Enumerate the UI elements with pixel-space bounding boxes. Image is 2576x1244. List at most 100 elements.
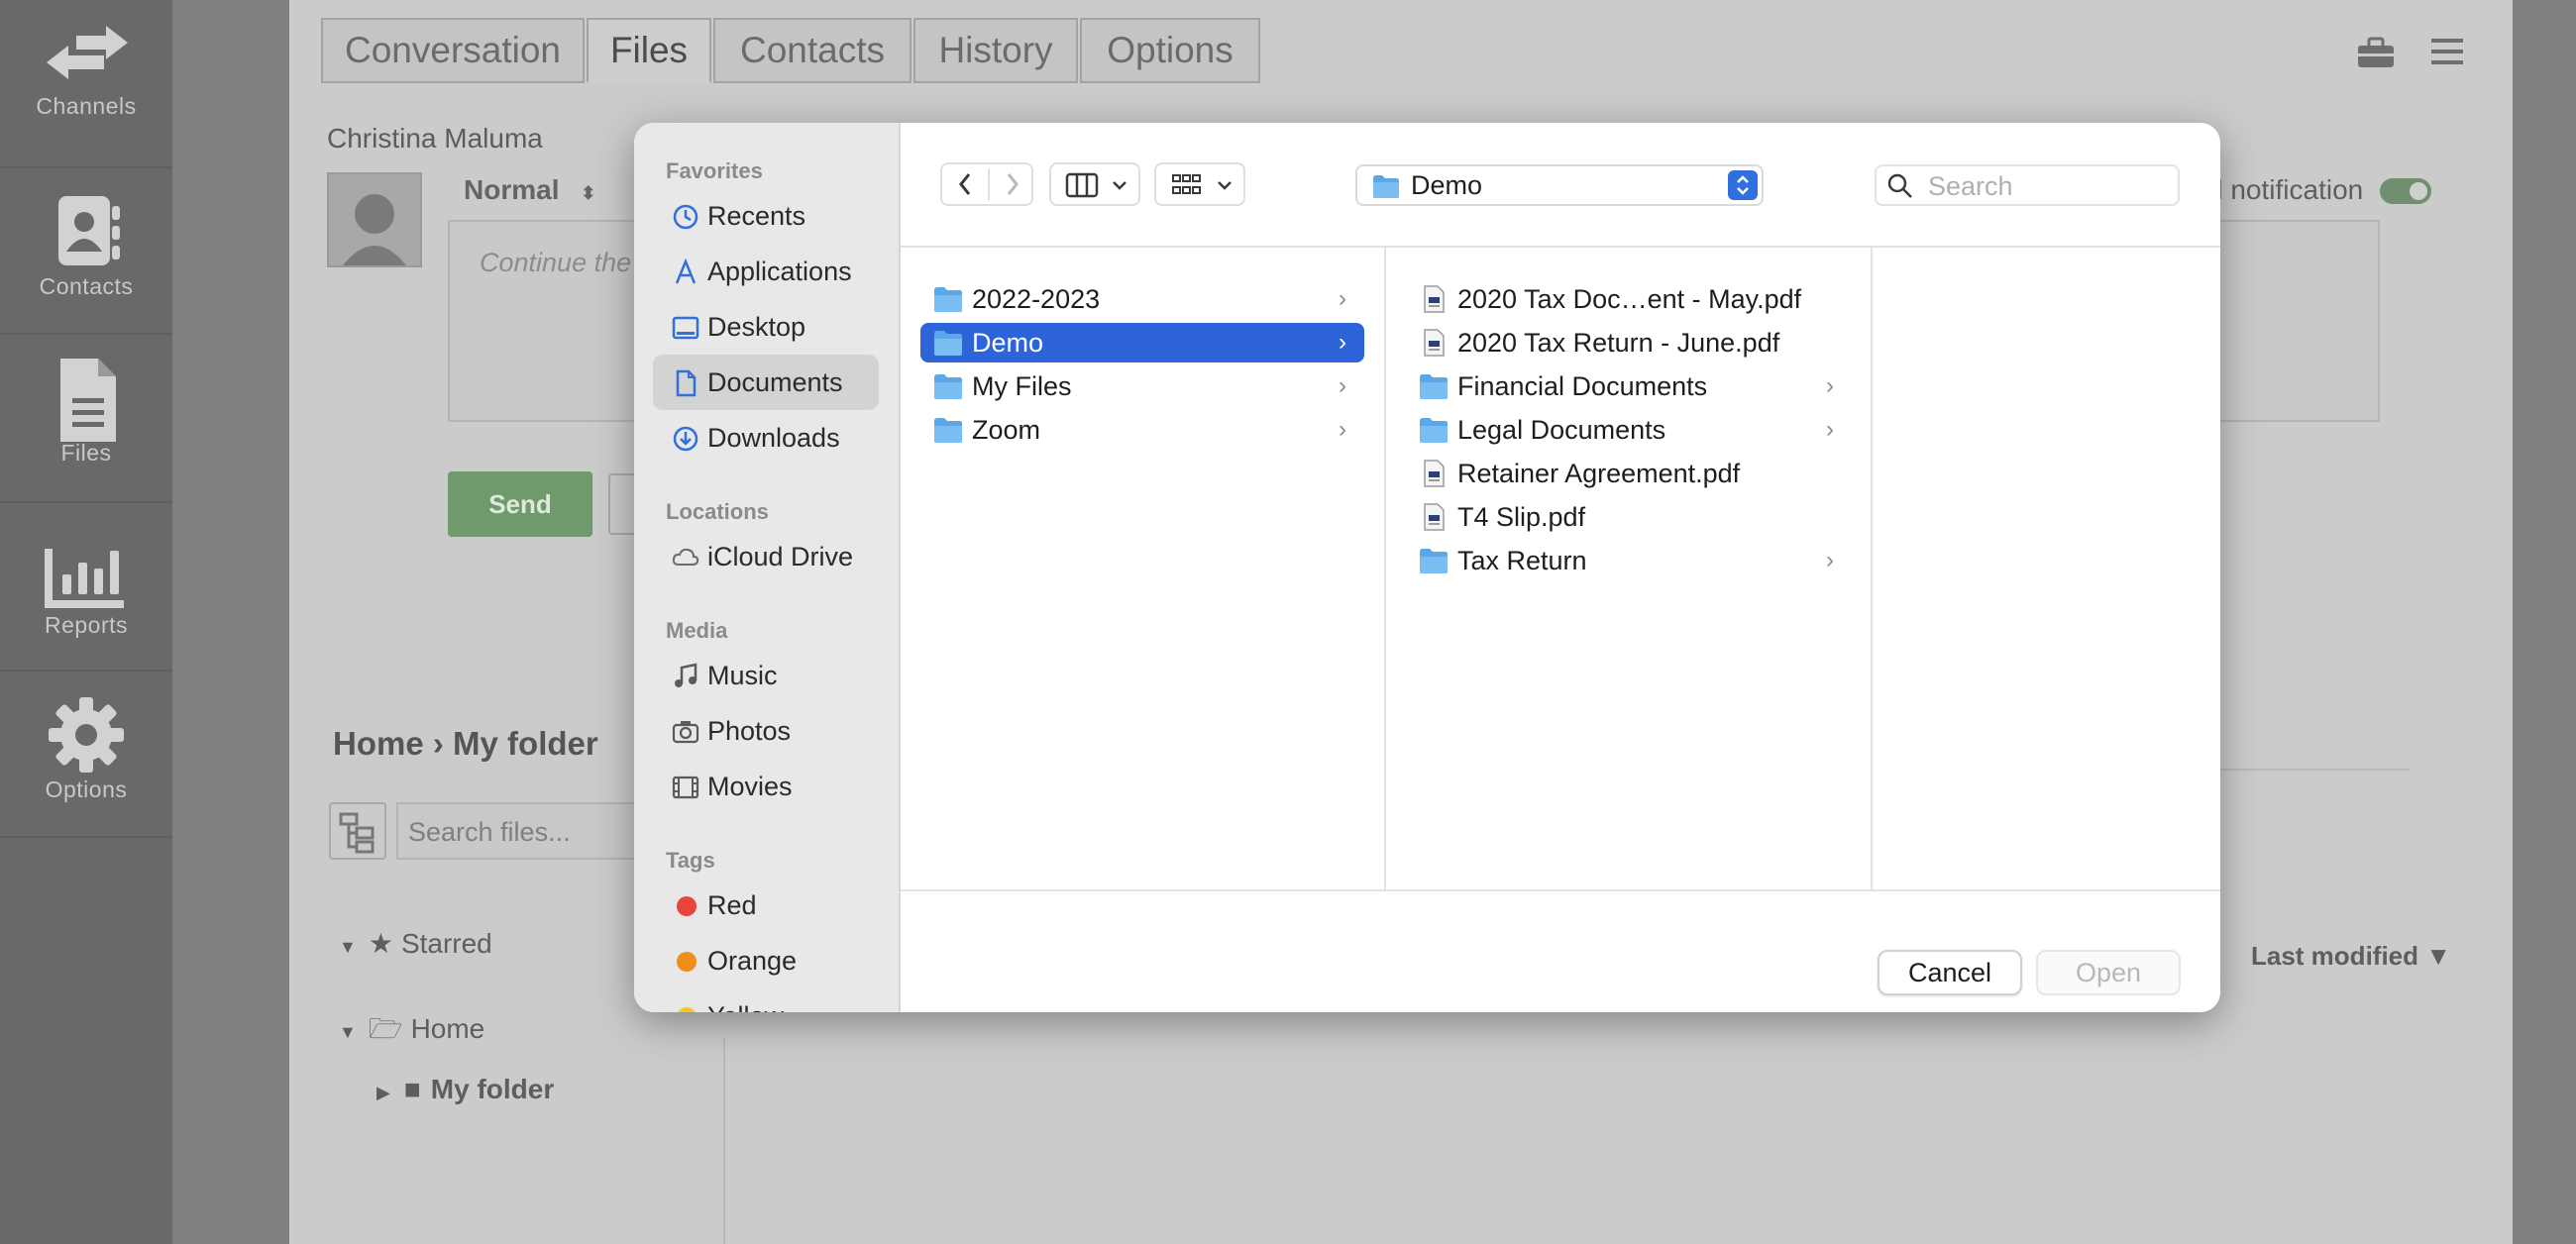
rail-label: Reports xyxy=(44,612,129,638)
menu-icon[interactable] xyxy=(2429,36,2465,67)
tab-history[interactable]: History xyxy=(913,18,1078,83)
sidebar-item-label: Red xyxy=(707,890,757,920)
item-label: My Files xyxy=(972,371,1072,401)
item-label: Zoom xyxy=(972,415,1041,445)
folder-icon xyxy=(934,331,962,356)
item-label: Legal Documents xyxy=(1457,415,1666,445)
list-item[interactable]: 2020 Tax Doc…ent - May.pdf xyxy=(1406,279,1852,319)
list-item[interactable]: 2020 Tax Return - June.pdf xyxy=(1406,323,1852,363)
tree-item-home[interactable]: ▼ 🗁 Home xyxy=(339,1008,484,1056)
file-icon xyxy=(60,359,116,442)
search-files-input[interactable]: Search files... xyxy=(396,802,654,860)
breadcrumb-home[interactable]: Home xyxy=(333,725,424,762)
camera-icon xyxy=(672,721,699,744)
send-button[interactable]: Send xyxy=(448,471,592,537)
rail-item-contacts[interactable]: Contacts xyxy=(0,166,172,335)
tab-conversation[interactable]: Conversation xyxy=(321,18,585,83)
rail-label: Options xyxy=(45,777,128,802)
sidebar-item-music[interactable]: Music xyxy=(653,648,879,703)
sidebar-item-photos[interactable]: Photos xyxy=(653,703,879,759)
sidebar-item-desktop[interactable]: Desktop xyxy=(653,299,879,355)
tree-label: Starred xyxy=(400,928,492,959)
sidebar-item-documents[interactable]: Documents xyxy=(653,355,879,410)
tab-files[interactable]: Files xyxy=(587,18,711,83)
toolbox-icon[interactable] xyxy=(2356,36,2396,69)
rail-item-reports[interactable]: Reports xyxy=(0,503,172,672)
tag-yellow-icon xyxy=(677,1007,697,1012)
item-label: 2020 Tax Return - June.pdf xyxy=(1457,328,1780,358)
list-item[interactable]: Legal Documents › xyxy=(1406,410,1852,450)
cloud-icon xyxy=(672,548,699,566)
sidebar-item-label: Photos xyxy=(707,716,792,746)
contact-name: Christina Maluma xyxy=(327,123,543,154)
rail-item-channels[interactable]: Channels xyxy=(0,0,172,168)
list-item[interactable]: 2022-2023 › xyxy=(920,279,1364,319)
folder-icon xyxy=(1373,175,1399,198)
search-field[interactable]: Search xyxy=(1875,164,2180,206)
clock-icon xyxy=(673,204,698,230)
priority-select[interactable]: Normal ⬍ xyxy=(464,174,595,206)
chevron-right-icon: › xyxy=(1339,329,1346,356)
list-item[interactable]: Financial Documents › xyxy=(1406,366,1852,406)
chevron-right-icon: › xyxy=(1826,372,1834,399)
browser-column-2: 2020 Tax Doc…ent - May.pdf 2020 Tax Retu… xyxy=(1386,248,1873,889)
list-item[interactable]: Zoom › xyxy=(920,410,1364,450)
notification-toggle[interactable] xyxy=(2380,178,2431,204)
chevron-right-icon: › xyxy=(1339,285,1346,312)
sidebar-item-recents[interactable]: Recents xyxy=(653,188,879,244)
section-locations: Locations xyxy=(666,499,769,524)
sidebar-item-downloads[interactable]: Downloads xyxy=(653,410,879,466)
nav-button-group xyxy=(940,162,1033,206)
sidebar-tag-red[interactable]: Red xyxy=(653,878,879,933)
tree-view-button[interactable] xyxy=(329,802,386,860)
tree-item-starred[interactable]: ▼ ★ Starred xyxy=(339,927,492,960)
list-item[interactable]: Tax Return › xyxy=(1406,541,1852,580)
tab-options[interactable]: Options xyxy=(1080,18,1260,83)
file-open-dialog: Favorites Recents Applications Desktop D… xyxy=(634,123,2220,1012)
list-item[interactable]: T4 Slip.pdf xyxy=(1406,497,1852,537)
open-button[interactable]: Open xyxy=(2036,950,2181,995)
cancel-button[interactable]: Cancel xyxy=(1878,950,2022,995)
caret-down-icon: ▼ xyxy=(339,1022,357,1042)
sidebar-item-label: Orange xyxy=(707,946,798,976)
sidebar-item-icloud-drive[interactable]: iCloud Drive xyxy=(653,529,879,584)
sidebar-item-label: Yellow xyxy=(707,1001,784,1012)
sidebar-item-label: iCloud Drive xyxy=(707,542,854,571)
sidebar-item-label: Movies xyxy=(707,772,793,801)
item-label: T4 Slip.pdf xyxy=(1457,502,1586,532)
tree-item-my-folder[interactable]: ▶ ■ My folder xyxy=(376,1074,554,1105)
dialog-sidebar: Favorites Recents Applications Desktop D… xyxy=(634,123,901,1012)
group-by-button[interactable] xyxy=(1154,162,1245,206)
sidebar-item-label: Music xyxy=(707,661,778,690)
breadcrumb-current: My folder xyxy=(453,725,598,762)
chevron-right-icon[interactable] xyxy=(990,164,1035,204)
sidebar-tag-yellow[interactable]: Yellow xyxy=(653,988,879,1012)
arrows-icon xyxy=(47,26,128,79)
location-popup[interactable]: Demo xyxy=(1355,164,1764,206)
section-media: Media xyxy=(666,618,728,643)
rail-item-files[interactable]: Files xyxy=(0,335,172,503)
list-item[interactable]: Demo › xyxy=(920,323,1364,363)
folder-icon xyxy=(1420,374,1448,399)
rail-item-options[interactable]: Options xyxy=(0,670,172,838)
gear-icon xyxy=(49,697,124,773)
view-mode-button[interactable] xyxy=(1049,162,1140,206)
open-folder-icon: 🗁 xyxy=(368,1013,403,1044)
list-item[interactable]: Retainer Agreement.pdf xyxy=(1406,454,1852,493)
folder-icon xyxy=(934,287,962,312)
folder-icon xyxy=(934,374,962,399)
list-item[interactable]: My Files › xyxy=(920,366,1364,406)
avatar xyxy=(327,172,422,267)
sort-dropdown[interactable]: Last modified ▼ xyxy=(2251,941,2451,972)
tag-red-icon xyxy=(677,896,697,916)
chevron-left-icon[interactable] xyxy=(942,164,988,204)
sidebar-tag-orange[interactable]: Orange xyxy=(653,933,879,988)
tree-label: My folder xyxy=(430,1074,555,1104)
bar-chart-icon xyxy=(45,549,124,608)
sidebar-item-movies[interactable]: Movies xyxy=(653,759,879,814)
tree-icon xyxy=(339,812,375,854)
tab-contacts[interactable]: Contacts xyxy=(713,18,912,83)
breadcrumb-separator: › xyxy=(432,725,444,762)
applications-icon xyxy=(675,258,697,284)
sidebar-item-applications[interactable]: Applications xyxy=(653,244,879,299)
